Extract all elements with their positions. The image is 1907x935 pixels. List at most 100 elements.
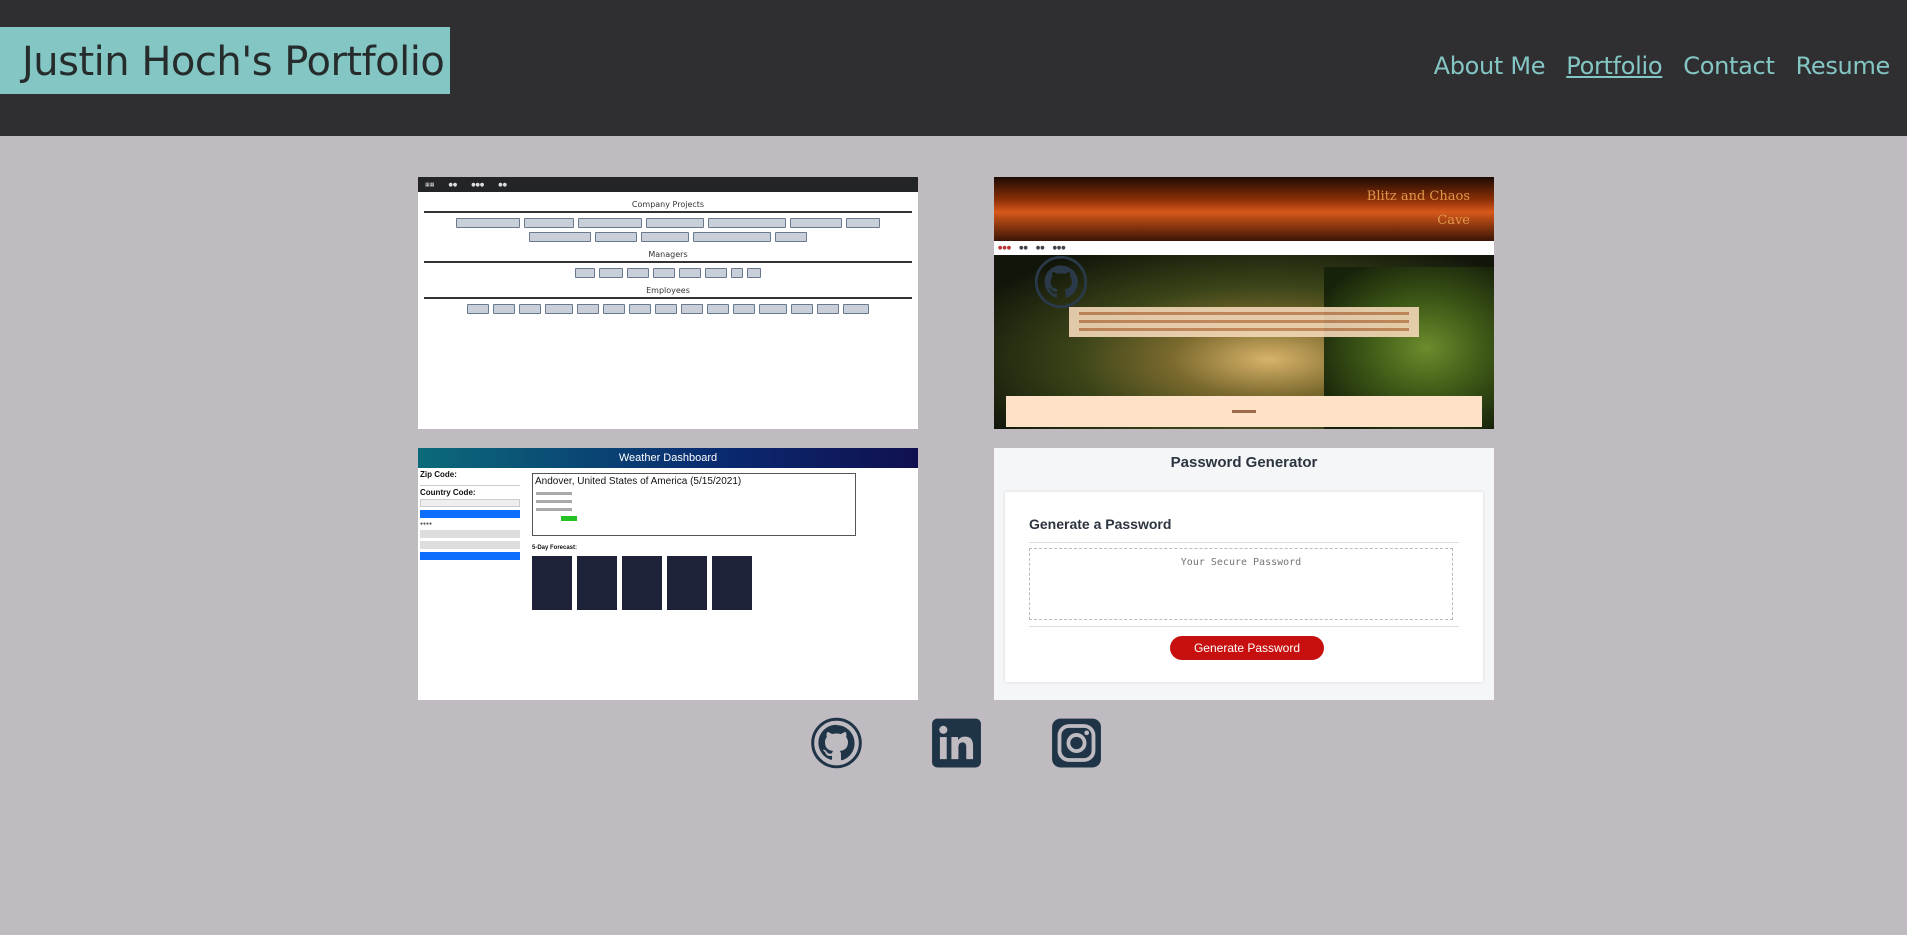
zip-label: Zip Code: xyxy=(420,470,457,479)
list-chip xyxy=(708,218,786,228)
nav-portfolio[interactable]: Portfolio xyxy=(1566,52,1662,80)
nav-link: ●● xyxy=(1019,245,1028,251)
forecast-cards xyxy=(532,556,752,610)
country-select xyxy=(420,499,520,507)
instagram-icon xyxy=(1052,718,1101,768)
section-title: Employees xyxy=(646,286,690,295)
list-chip xyxy=(595,232,637,242)
list-chip xyxy=(775,232,807,242)
list-chip xyxy=(681,304,703,314)
generate-password-button: Generate Password xyxy=(1170,636,1324,660)
clear-button xyxy=(420,552,520,560)
divider xyxy=(424,297,912,299)
list-chip xyxy=(493,304,515,314)
list-chip xyxy=(679,268,701,278)
password-card: Generate a Password Generate Password xyxy=(1005,492,1483,682)
list-chip xyxy=(705,268,727,278)
uv-badge xyxy=(561,516,577,521)
manager-buttons xyxy=(418,268,918,278)
submit-button xyxy=(420,510,520,518)
history-item xyxy=(420,530,520,538)
project-buttons xyxy=(418,218,918,242)
forecast-card xyxy=(622,556,662,610)
list-chip xyxy=(578,218,642,228)
list-chip xyxy=(843,304,869,314)
cave-title-line2: Cave xyxy=(1437,213,1470,228)
temp-line xyxy=(536,492,572,495)
story-text-panel xyxy=(1069,307,1419,337)
project-card-weather[interactable]: Weather Dashboard Zip Code: Country Code… xyxy=(418,448,918,700)
main-nav: About Me Portfolio Contact Resume xyxy=(1434,52,1891,80)
app-navbar: ▦▦ ●● ●●● ●● xyxy=(418,177,918,192)
divider xyxy=(424,261,912,263)
list-chip xyxy=(759,304,787,314)
nav-about-me[interactable]: About Me xyxy=(1434,52,1546,80)
list-chip xyxy=(529,232,591,242)
social-links xyxy=(811,717,1102,769)
nav-link: ●● xyxy=(498,181,508,188)
list-chip xyxy=(846,218,880,228)
github-logo-icon xyxy=(1034,255,1088,309)
section-title: Managers xyxy=(648,250,688,259)
project-card-cave[interactable]: Blitz and Chaos Cave ●●● ●● ●● ●●● xyxy=(994,177,1494,429)
list-chip xyxy=(731,268,743,278)
list-chip xyxy=(693,232,771,242)
site-title: Justin Hoch's Portfolio xyxy=(0,27,451,94)
employee-buttons xyxy=(418,304,918,314)
list-chip xyxy=(733,304,755,314)
forecast-card xyxy=(712,556,752,610)
list-chip xyxy=(575,268,595,278)
list-chip xyxy=(747,268,761,278)
list-chip xyxy=(467,304,489,314)
github-link[interactable] xyxy=(811,717,862,769)
section-title: Company Projects xyxy=(631,200,705,209)
github-icon xyxy=(811,717,862,769)
divider xyxy=(424,211,912,213)
list-chip xyxy=(707,304,729,314)
nav-brand: ●●● xyxy=(998,245,1012,251)
nav-resume[interactable]: Resume xyxy=(1796,52,1891,80)
password-card-title: Generate a Password xyxy=(1029,516,1172,532)
list-chip xyxy=(791,304,813,314)
zip-input xyxy=(420,479,520,486)
list-chip xyxy=(456,218,520,228)
list-chip xyxy=(646,218,704,228)
list-chip xyxy=(641,232,689,242)
list-chip xyxy=(519,304,541,314)
list-chip xyxy=(629,304,651,314)
list-chip xyxy=(817,304,839,314)
divider xyxy=(1029,542,1459,543)
list-chip xyxy=(627,268,649,278)
nav-contact[interactable]: Contact xyxy=(1683,52,1775,80)
linkedin-link[interactable] xyxy=(931,717,982,769)
password-app-title: Password Generator xyxy=(1170,454,1318,471)
project-card-password[interactable]: Password Generator Generate a Password G… xyxy=(994,448,1494,700)
forecast-card xyxy=(667,556,707,610)
list-chip xyxy=(790,218,842,228)
forecast-label: 5-Day Forecast: xyxy=(532,545,578,551)
nav-link: ●● xyxy=(1035,245,1045,251)
project-card-manage[interactable]: ▦▦ ●● ●●● ●● Company Projects Managers E… xyxy=(418,177,918,429)
list-chip xyxy=(577,304,599,314)
divider xyxy=(1029,626,1459,627)
linkedin-icon xyxy=(932,718,981,768)
list-chip xyxy=(603,304,625,314)
wind-line xyxy=(536,500,572,503)
forecast-card xyxy=(532,556,572,610)
site-header: Justin Hoch's Portfolio About Me Portfol… xyxy=(0,0,1907,136)
list-chip xyxy=(655,304,677,314)
weather-header: Weather Dashboard xyxy=(418,448,918,468)
current-city: Andover, United States of America (5/15/… xyxy=(535,476,742,487)
continue-bar xyxy=(1006,396,1482,427)
list-chip xyxy=(524,218,574,228)
weather-sidebar: Zip Code: Country Code: ●●●● xyxy=(420,470,520,563)
nav-link: ●●● xyxy=(1052,245,1066,251)
cave-title-line1: Blitz and Chaos xyxy=(1366,189,1470,204)
password-output xyxy=(1029,548,1453,620)
list-chip xyxy=(545,304,573,314)
instagram-link[interactable] xyxy=(1051,717,1102,769)
history-item xyxy=(420,541,520,549)
country-label: Country Code: xyxy=(420,488,476,497)
cave-navbar: ●●● ●● ●● ●●● xyxy=(994,241,1494,255)
humidity-line xyxy=(536,508,572,511)
